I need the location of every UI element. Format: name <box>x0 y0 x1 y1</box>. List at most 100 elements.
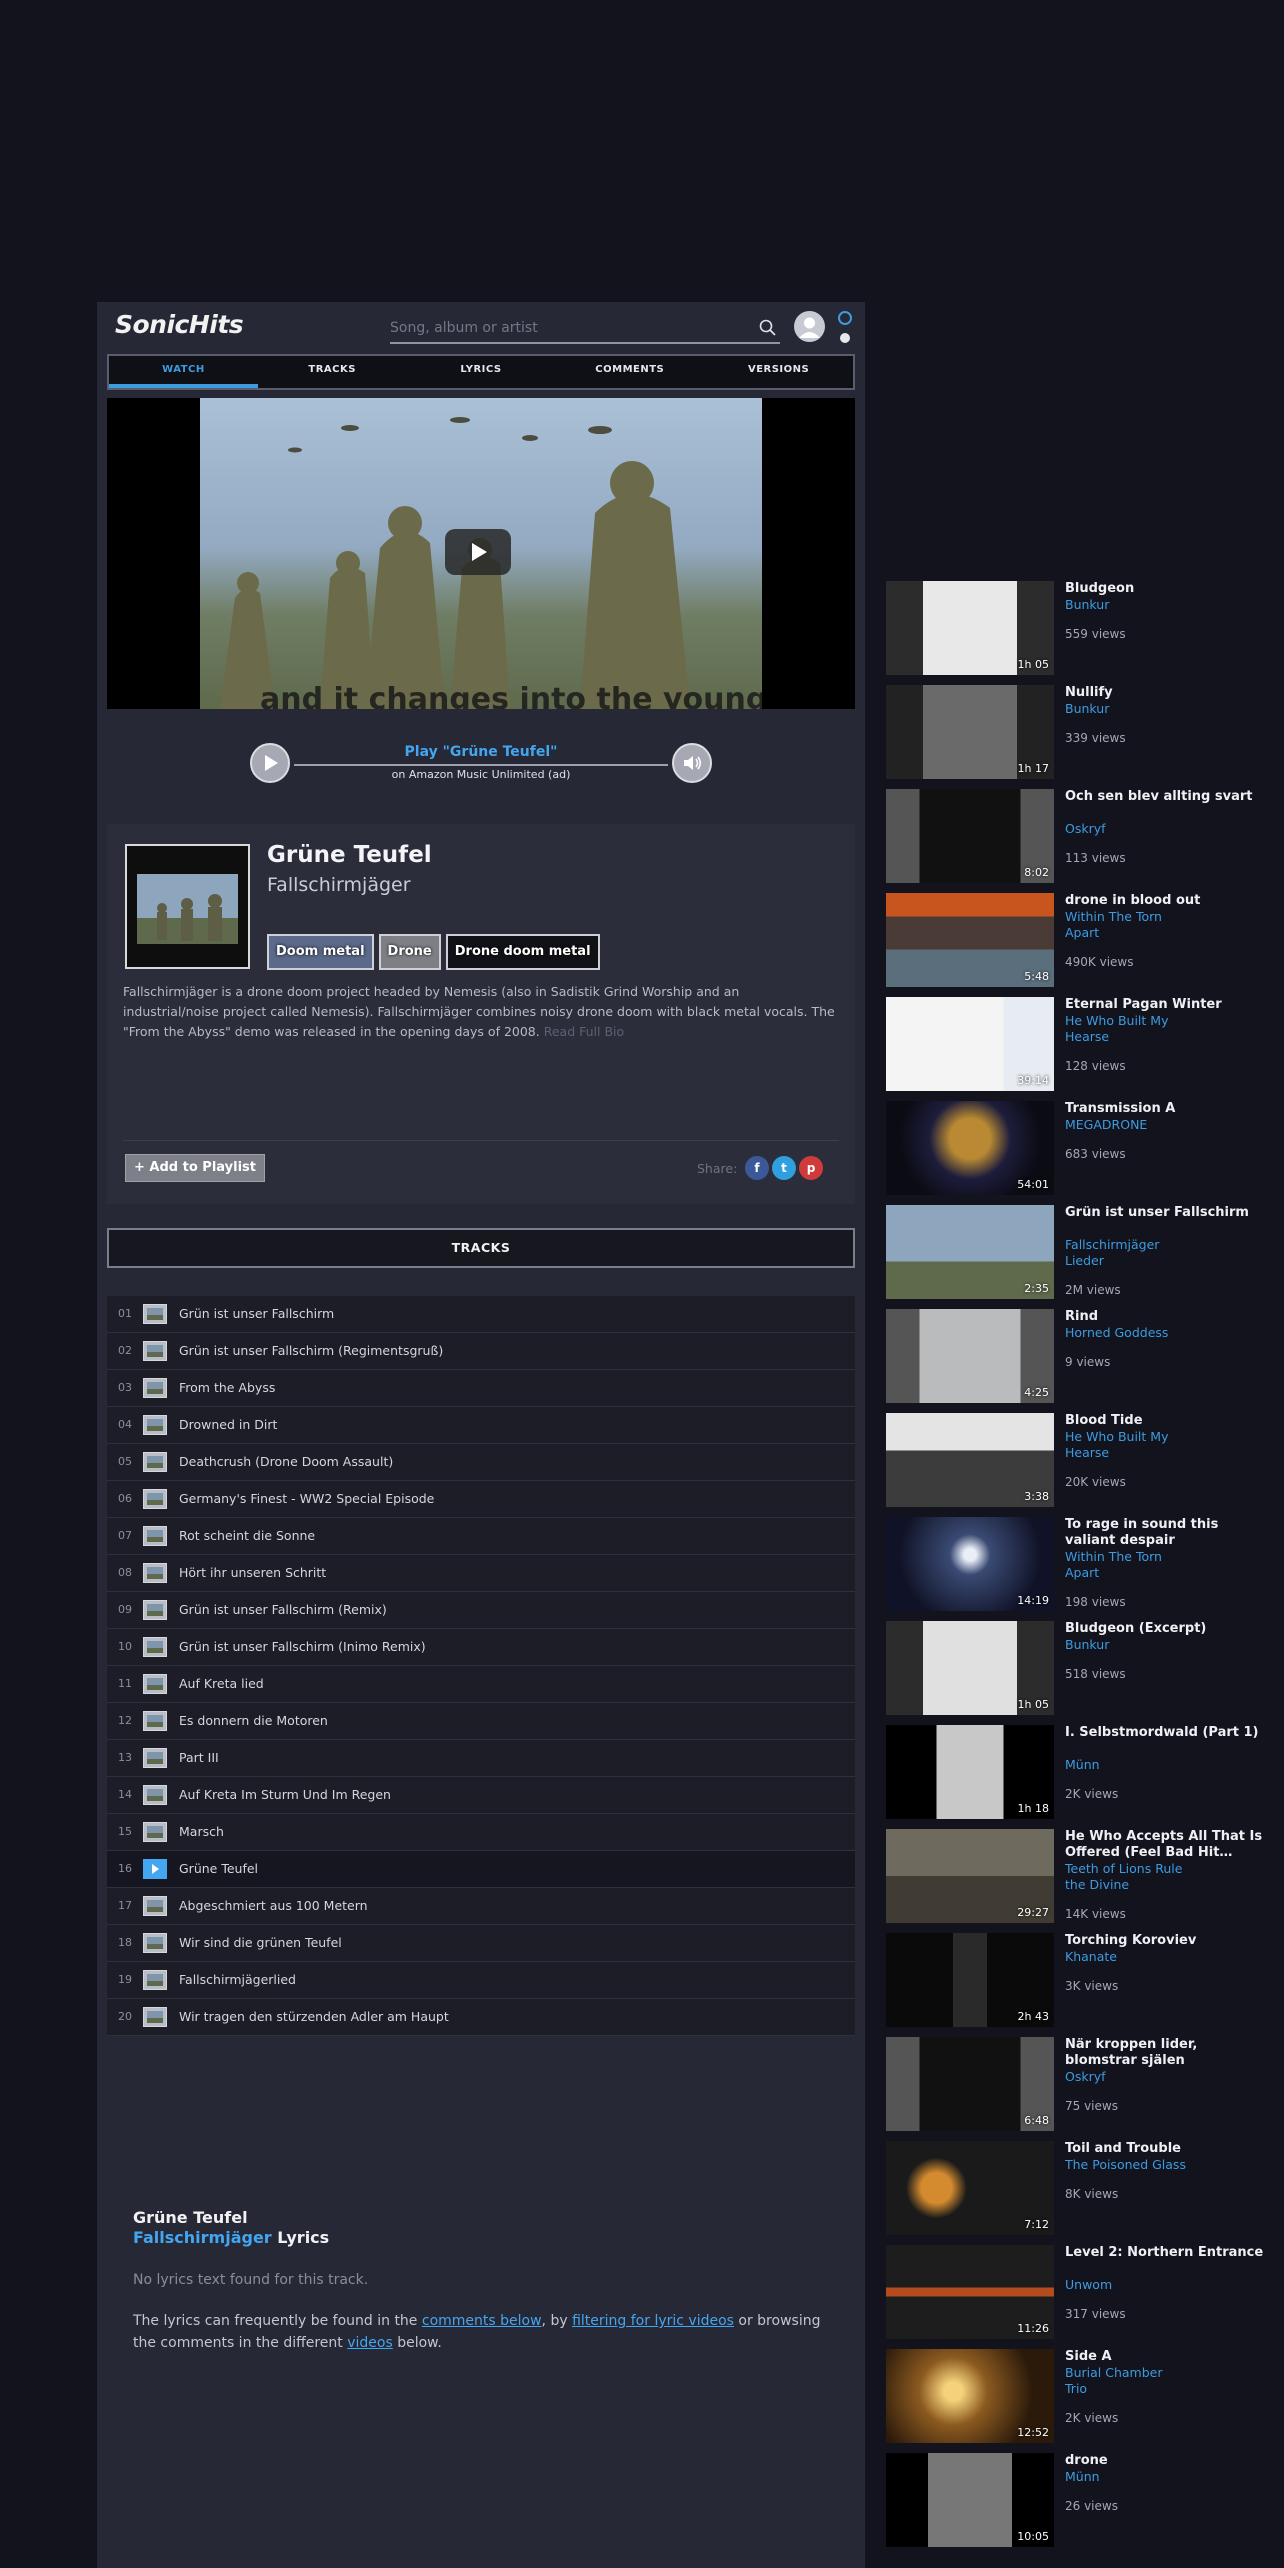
comments-below-link[interactable]: comments below <box>422 2313 542 2329</box>
track-row[interactable]: 02 Grün ist unser Fallschirm (Regimentsgr… <box>107 1333 855 1370</box>
track-thumbnail[interactable] <box>143 1859 167 1879</box>
notification-indicator[interactable] <box>838 311 852 347</box>
track-title[interactable]: Auf Kreta lied <box>179 1676 264 1691</box>
video-title[interactable]: Eternal Pagan Winter <box>1065 997 1265 1013</box>
track-row[interactable]: 07 Rot scheint die Sonne <box>107 1518 855 1555</box>
lyrics-artist-link[interactable]: Fallschirmjäger <box>133 2228 272 2247</box>
video-artist[interactable]: Oskryf <box>1065 821 1205 837</box>
track-thumbnail[interactable] <box>143 1378 167 1398</box>
tab-lyrics[interactable]: LYRICS <box>407 356 556 388</box>
related-video-item[interactable]: 2h 43 Torching Koroviev Khanate 3K views <box>886 1933 1266 2037</box>
track-thumbnail[interactable] <box>143 1822 167 1842</box>
search-icon[interactable] <box>758 318 778 338</box>
video-artist[interactable]: Bunkur <box>1065 1637 1205 1653</box>
related-video-item[interactable]: 29:27 He Who Accepts All That Is Offered … <box>886 1829 1266 1933</box>
video-artist[interactable]: MEGADRONE <box>1065 1117 1205 1133</box>
video-play-button[interactable] <box>445 529 511 575</box>
track-row[interactable]: 10 Grün ist unser Fallschirm (Inimo Remix… <box>107 1629 855 1666</box>
track-title[interactable]: Marsch <box>179 1824 224 1839</box>
track-title[interactable]: Drowned in Dirt <box>179 1417 277 1432</box>
related-video-item[interactable]: 1h 05 Bludgeon Bunkur 559 views <box>886 581 1266 685</box>
related-video-item[interactable]: 2:35 Grün ist unser Fallschirm Fallschirmj… <box>886 1205 1266 1309</box>
video-title[interactable]: Transmission A <box>1065 1101 1265 1117</box>
track-title[interactable]: From the Abyss <box>179 1380 275 1395</box>
video-title[interactable]: He Who Accepts All That Is Offered (Feel… <box>1065 1829 1265 1861</box>
video-title[interactable]: Blood Tide <box>1065 1413 1265 1429</box>
track-title[interactable]: Grün ist unser Fallschirm <box>179 1306 334 1321</box>
genre-tag[interactable]: Drone <box>378 934 441 970</box>
video-artist[interactable]: the Divine <box>1065 1877 1205 1893</box>
track-title[interactable]: Grüne Teufel <box>179 1861 258 1876</box>
video-thumbnail[interactable]: 5:48 <box>886 893 1054 987</box>
track-row[interactable]: 03 From the Abyss <box>107 1370 855 1407</box>
video-artist[interactable]: Horned Goddess <box>1065 1325 1205 1341</box>
video-thumbnail[interactable]: 1h 05 <box>886 581 1054 675</box>
video-thumbnail[interactable]: 29:27 <box>886 1829 1054 1923</box>
track-row[interactable]: 17 Abgeschmiert aus 100 Metern <box>107 1888 855 1925</box>
video-thumbnail[interactable]: 1h 18 <box>886 1725 1054 1819</box>
video-artist[interactable]: Hearse <box>1065 1445 1205 1461</box>
add-to-playlist-button[interactable]: + Add to Playlist <box>125 1154 265 1182</box>
video-thumbnail[interactable]: 12:52 <box>886 2349 1054 2443</box>
videos-link[interactable]: videos <box>347 2335 393 2351</box>
track-title[interactable]: Grün ist unser Fallschirm (Remix) <box>179 1602 387 1617</box>
track-thumbnail[interactable] <box>143 1933 167 1953</box>
video-thumbnail[interactable]: 39:14 <box>886 997 1054 1091</box>
track-title[interactable]: Grün ist unser Fallschirm (Inimo Remix) <box>179 1639 426 1654</box>
video-artist[interactable]: Münn <box>1065 1757 1205 1773</box>
video-thumbnail[interactable]: 1h 05 <box>886 1621 1054 1715</box>
video-thumbnail[interactable]: 1h 17 <box>886 685 1054 779</box>
related-video-item[interactable]: 5:48 drone in blood out Within The Torn Apa… <box>886 893 1266 997</box>
track-title[interactable]: Wir sind die grünen Teufel <box>179 1935 342 1950</box>
video-artist[interactable]: Teeth of Lions Rule <box>1065 1861 1205 1877</box>
track-row[interactable]: 08 Hört ihr unseren Schritt <box>107 1555 855 1592</box>
tab-tracks[interactable]: TRACKS <box>258 356 407 388</box>
video-artist[interactable]: Unwom <box>1065 2277 1205 2293</box>
video-artist[interactable]: Within The Torn <box>1065 909 1205 925</box>
video-title[interactable]: Bludgeon <box>1065 581 1265 597</box>
track-thumbnail[interactable] <box>143 1489 167 1509</box>
video-thumbnail[interactable]: 7:12 <box>886 2141 1054 2235</box>
track-row[interactable]: 18 Wir sind die grünen Teufel <box>107 1925 855 1962</box>
video-artist[interactable]: Within The Torn <box>1065 1549 1205 1565</box>
related-video-item[interactable]: 39:14 Eternal Pagan Winter He Who Built My… <box>886 997 1266 1101</box>
track-thumbnail[interactable] <box>143 1970 167 1990</box>
track-thumbnail[interactable] <box>143 1415 167 1435</box>
track-title[interactable]: Abgeschmiert aus 100 Metern <box>179 1898 368 1913</box>
track-thumbnail[interactable] <box>143 1600 167 1620</box>
track-thumbnail[interactable] <box>143 1748 167 1768</box>
video-thumbnail[interactable]: 3:38 <box>886 1413 1054 1507</box>
video-title[interactable]: Grün ist unser Fallschirm <box>1065 1205 1265 1221</box>
video-artist[interactable]: Bunkur <box>1065 701 1205 717</box>
volume-button[interactable] <box>672 743 712 783</box>
video-thumbnail[interactable]: 2h 43 <box>886 1933 1054 2027</box>
track-row[interactable]: 11 Auf Kreta lied <box>107 1666 855 1703</box>
track-thumbnail[interactable] <box>143 1341 167 1361</box>
related-video-item[interactable]: 12:52 Side A Burial Chamber Trio 2K views <box>886 2349 1266 2453</box>
related-video-item[interactable]: 3:38 Blood Tide He Who Built My Hearse 20K v… <box>886 1413 1266 1517</box>
track-thumbnail[interactable] <box>143 1563 167 1583</box>
track-row[interactable]: 19 Fallschirmjägerlied <box>107 1962 855 1999</box>
related-video-item[interactable]: 11:26 Level 2: Northern Entrance Unwom 317 … <box>886 2245 1266 2349</box>
video-artist[interactable]: He Who Built My <box>1065 1429 1205 1445</box>
video-title[interactable]: Bludgeon (Excerpt) <box>1065 1621 1265 1637</box>
track-thumbnail[interactable] <box>143 1304 167 1324</box>
track-title[interactable]: Fallschirmjägerlied <box>179 1972 296 1987</box>
video-thumbnail[interactable]: 8:02 <box>886 789 1054 883</box>
genre-tag[interactable]: Drone doom metal <box>445 934 600 970</box>
album-cover[interactable] <box>125 844 250 969</box>
search-input[interactable] <box>390 316 740 340</box>
player-title[interactable]: Play "Grüne Teufel" <box>250 744 712 760</box>
video-thumbnail[interactable]: 4:25 <box>886 1309 1054 1403</box>
track-row[interactable]: 16 Grüne Teufel <box>107 1851 855 1888</box>
track-row[interactable]: 06 Germany's Finest - WW2 Special Episode <box>107 1481 855 1518</box>
filter-lyric-videos-link[interactable]: filtering for lyric videos <box>572 2313 734 2329</box>
video-thumbnail[interactable]: 54:01 <box>886 1101 1054 1195</box>
video-title[interactable]: To rage in sound this valiant despair <box>1065 1517 1265 1549</box>
video-title[interactable]: I. Selbstmordwald (Part 1) <box>1065 1725 1265 1741</box>
video-artist[interactable]: Fallschirmjäger <box>1065 1237 1205 1253</box>
related-video-item[interactable]: 54:01 Transmission A MEGADRONE 683 views <box>886 1101 1266 1205</box>
tab-watch[interactable]: WATCH <box>109 356 258 388</box>
related-video-item[interactable]: 14:19 To rage in sound this valiant despa… <box>886 1517 1266 1621</box>
avatar[interactable] <box>794 311 825 342</box>
